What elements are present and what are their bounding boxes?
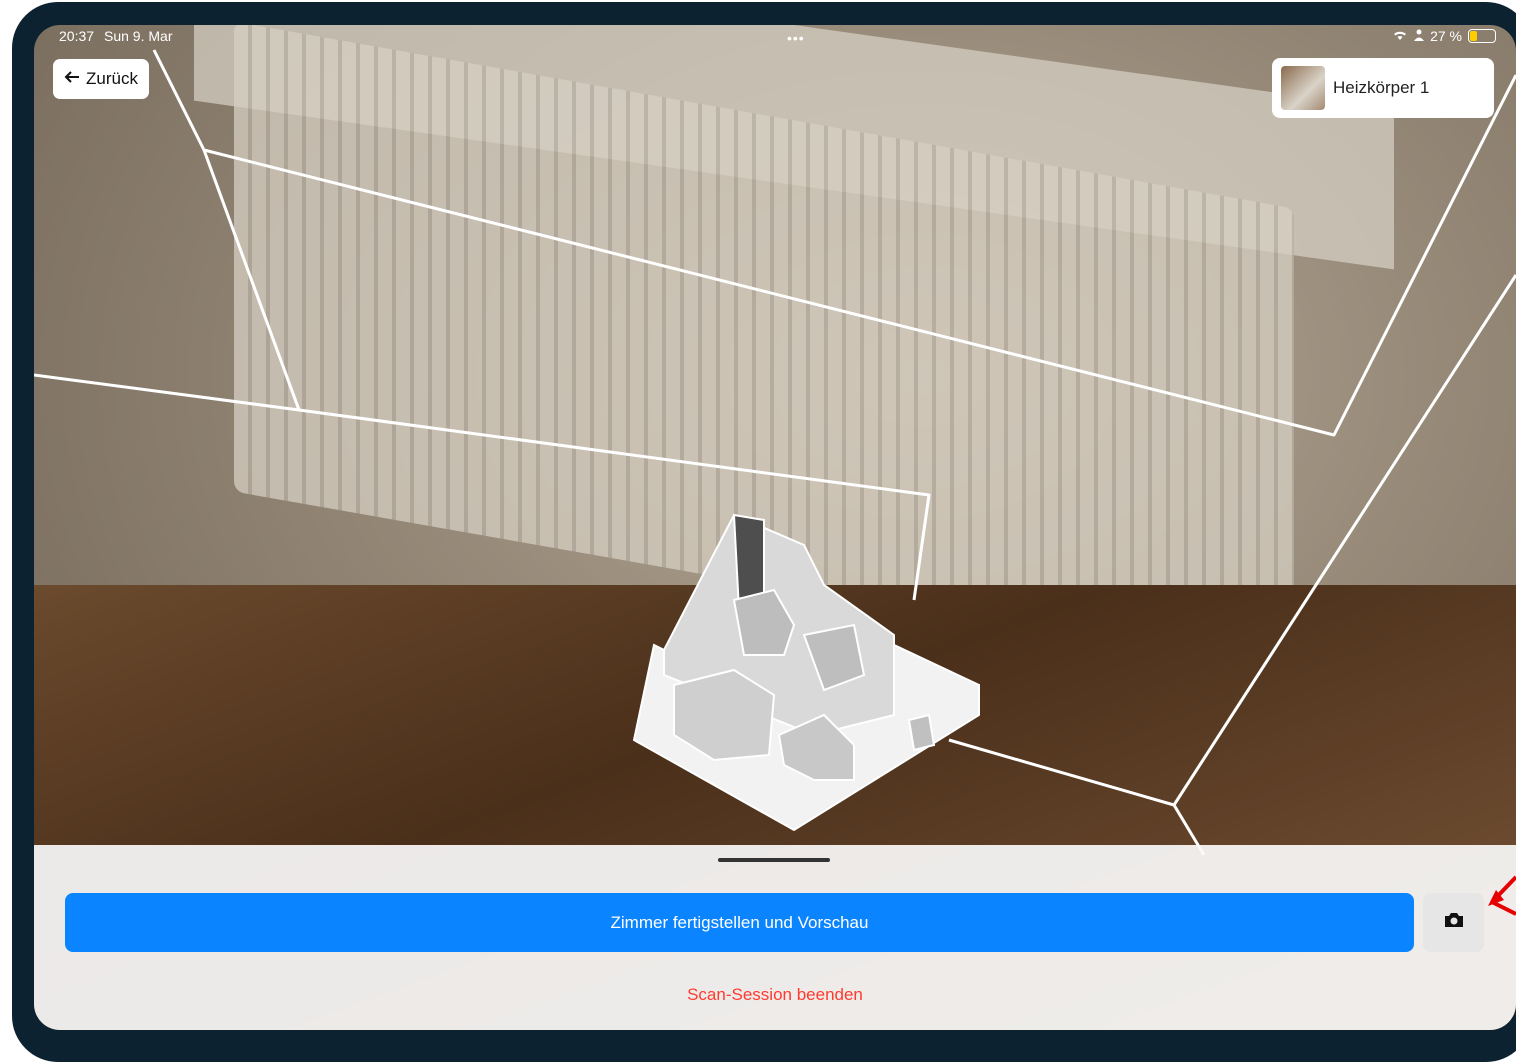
camera-icon [1443,911,1465,934]
detected-object-badge[interactable]: Heizkörper 1 [1272,58,1494,118]
battery-icon [1468,29,1496,43]
bottom-sheet: Zimmer fertigstellen und Vorschau Scan-S… [34,845,1516,1030]
object-thumbnail [1281,66,1325,110]
back-button[interactable]: Zurück [53,59,149,99]
finish-room-preview-button[interactable]: Zimmer fertigstellen und Vorschau [65,893,1414,952]
wifi-icon [1392,28,1408,44]
arrow-left-icon [64,69,80,89]
end-scan-session-link[interactable]: Scan-Session beenden [34,985,1516,1005]
annotation-arrow-icon [1488,875,1516,916]
floor-edge [298,408,931,601]
wall-edge-right [948,274,1516,807]
camera-button[interactable] [1423,893,1484,952]
ar-camera-view: 20:37 Sun 9. Mar ••• 27 % Zurück Heizkör… [34,25,1516,1030]
sheet-grabber[interactable] [718,858,830,862]
back-label: Zurück [86,69,138,88]
wall-edge-left [34,149,301,412]
status-date: Sun 9. Mar [104,28,173,44]
status-indicators: 27 % [1392,28,1496,44]
status-bar: 20:37 Sun 9. Mar ••• 27 % [59,28,1496,48]
battery-fill [1470,31,1478,41]
room-3d-preview [632,513,980,832]
person-icon [1414,28,1425,44]
status-time: 20:37 [59,28,95,44]
object-label: Heizkörper 1 [1333,78,1430,97]
battery-percent: 27 % [1430,28,1462,44]
multitask-dots[interactable]: ••• [787,30,805,46]
